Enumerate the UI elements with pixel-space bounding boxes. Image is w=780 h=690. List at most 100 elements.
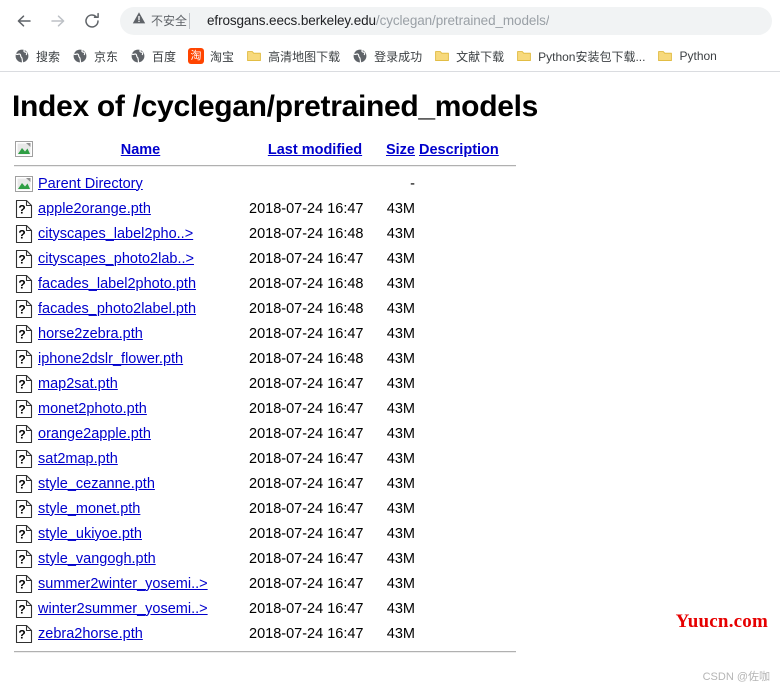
bookmark-item-1[interactable]: 京东 <box>66 44 124 68</box>
table-row[interactable]: ? style_cezanne.pth 2018-07-24 16:47 43M <box>14 471 519 496</box>
table-row[interactable]: ? iphone2dslr_flower.pth 2018-07-24 16:4… <box>14 346 519 371</box>
bookmark-folder-8[interactable]: Python <box>651 44 722 68</box>
unknown-file-icon: ? <box>14 623 34 645</box>
table-row[interactable]: ? horse2zebra.pth 2018-07-24 16:47 43M <box>14 321 519 346</box>
row-icon-cell: ? <box>14 521 38 546</box>
unknown-file-icon: ? <box>14 398 34 420</box>
row-name-cell: monet2photo.pth <box>38 396 249 421</box>
sort-by-size-link[interactable]: Size <box>386 142 415 158</box>
table-row[interactable]: ? monet2photo.pth 2018-07-24 16:47 43M <box>14 396 519 421</box>
row-size-cell: 43M <box>386 550 415 567</box>
header-description-cell: Description <box>419 138 519 162</box>
folder-icon <box>246 48 262 64</box>
globe-icon <box>130 48 146 64</box>
svg-text:?: ? <box>18 277 25 291</box>
table-row[interactable]: ? cityscapes_photo2lab..> 2018-07-24 16:… <box>14 246 519 271</box>
table-row[interactable]: ? summer2winter_yosemi..> 2018-07-24 16:… <box>14 571 519 596</box>
row-size-cell: 43M <box>386 275 415 292</box>
bookmark-folder-6[interactable]: 文献下载 <box>428 44 510 68</box>
file-link[interactable]: horse2zebra.pth <box>38 326 143 342</box>
sort-by-description-link[interactable]: Description <box>419 142 499 158</box>
row-icon-cell: ? <box>14 196 38 221</box>
table-row[interactable]: ? sat2map.pth 2018-07-24 16:47 43M <box>14 446 519 471</box>
row-name-cell: apple2orange.pth <box>38 196 249 221</box>
svg-text:?: ? <box>18 577 25 591</box>
table-row[interactable]: ? cityscapes_label2pho..> 2018-07-24 16:… <box>14 221 519 246</box>
file-link[interactable]: summer2winter_yosemi..> <box>38 576 208 592</box>
unknown-file-icon: ? <box>14 548 34 570</box>
security-status-chip[interactable]: 不安全 <box>132 11 199 30</box>
file-link[interactable]: cityscapes_photo2lab..> <box>38 251 194 267</box>
row-name-cell: map2sat.pth <box>38 371 249 396</box>
reload-icon <box>83 12 101 30</box>
bookmark-item-5[interactable]: 登录成功 <box>346 44 428 68</box>
file-link[interactable]: sat2map.pth <box>38 451 118 467</box>
unknown-file-icon: ? <box>14 423 34 445</box>
row-size-cell: 43M <box>386 300 415 317</box>
bookmark-label: 京东 <box>94 49 119 64</box>
row-size-cell: 43M <box>386 575 415 592</box>
file-link[interactable]: zebra2horse.pth <box>38 626 143 642</box>
table-row[interactable]: ? facades_label2photo.pth 2018-07-24 16:… <box>14 271 519 296</box>
bookmark-label: 淘宝 <box>210 49 235 64</box>
security-status-label: 不安全 <box>151 14 188 28</box>
row-date-cell: 2018-07-24 16:47 <box>249 525 364 542</box>
table-row[interactable]: ? style_ukiyoe.pth 2018-07-24 16:47 43M <box>14 521 519 546</box>
bookmark-item-3[interactable]: 淘 淘宝 <box>182 44 240 68</box>
bookmark-folder-4[interactable]: 高清地图下载 <box>240 44 346 68</box>
row-date-cell: 2018-07-24 16:47 <box>249 500 364 517</box>
row-description-cell <box>419 221 519 246</box>
address-bar[interactable]: 不安全 efrosgans.eecs.berkeley.edu/cyclegan… <box>120 6 772 35</box>
file-link[interactable]: style_ukiyoe.pth <box>38 526 142 542</box>
table-row[interactable]: ? style_monet.pth 2018-07-24 16:47 43M <box>14 496 519 521</box>
file-link[interactable]: winter2summer_yosemi..> <box>38 601 208 617</box>
table-row[interactable]: ? apple2orange.pth 2018-07-24 16:47 43M <box>14 196 519 221</box>
bookmark-item-0[interactable]: 搜索 <box>8 44 66 68</box>
file-link[interactable]: iphone2dslr_flower.pth <box>38 351 183 367</box>
sort-image-icon[interactable] <box>14 139 34 161</box>
file-link[interactable]: style_cezanne.pth <box>38 476 155 492</box>
site-watermark: Yuucn.com <box>675 611 768 632</box>
sort-by-name-link[interactable]: Name <box>121 142 161 158</box>
row-date-cell: 2018-07-24 16:47 <box>249 325 364 342</box>
row-description-cell <box>419 396 519 421</box>
file-link[interactable]: apple2orange.pth <box>38 201 151 217</box>
forward-arrow-icon <box>48 11 68 31</box>
footer-rule-cell <box>14 646 519 653</box>
row-size-cell: 43M <box>386 525 415 542</box>
parent-directory-row[interactable]: Parent Directory - <box>14 171 519 196</box>
file-link[interactable]: style_monet.pth <box>38 501 140 517</box>
row-icon-cell: ? <box>14 246 38 271</box>
browser-toolbar: 不安全 efrosgans.eecs.berkeley.edu/cyclegan… <box>0 0 780 41</box>
table-row[interactable]: ? winter2summer_yosemi..> 2018-07-24 16:… <box>14 596 519 621</box>
parent-directory-link[interactable]: Parent Directory <box>38 176 143 192</box>
table-row[interactable]: ? map2sat.pth 2018-07-24 16:47 43M <box>14 371 519 396</box>
bookmarks-bar: 搜索 京东 百度 淘 淘宝 高清地图下载 登录成功 文献下载 Python安装包… <box>0 41 780 71</box>
url-display[interactable]: efrosgans.eecs.berkeley.edu/cyclegan/pre… <box>207 13 549 28</box>
sort-by-date-link[interactable]: Last modified <box>268 142 362 158</box>
table-row[interactable]: ? orange2apple.pth 2018-07-24 16:47 43M <box>14 421 519 446</box>
bookmark-folder-7[interactable]: Python安装包下载... <box>510 44 651 68</box>
file-link[interactable]: monet2photo.pth <box>38 401 147 417</box>
bookmark-label: Python <box>679 49 717 63</box>
forward-button[interactable] <box>44 7 72 35</box>
file-link[interactable]: map2sat.pth <box>38 376 118 392</box>
file-link[interactable]: style_vangogh.pth <box>38 551 156 567</box>
table-row[interactable]: ? facades_photo2label.pth 2018-07-24 16:… <box>14 296 519 321</box>
file-link[interactable]: facades_photo2label.pth <box>38 301 196 317</box>
row-size-cell: 43M <box>386 475 415 492</box>
file-link[interactable]: cityscapes_label2pho..> <box>38 226 193 242</box>
row-date-cell: 2018-07-24 16:48 <box>249 225 364 242</box>
bookmark-item-2[interactable]: 百度 <box>124 44 182 68</box>
row-size-cell: 43M <box>386 450 415 467</box>
back-button[interactable] <box>10 7 38 35</box>
globe-icon <box>14 48 30 64</box>
file-link[interactable]: facades_label2photo.pth <box>38 276 196 292</box>
reload-button[interactable] <box>78 7 106 35</box>
table-row[interactable]: ? style_vangogh.pth 2018-07-24 16:47 43M <box>14 546 519 571</box>
header-rule-cell <box>14 162 519 171</box>
table-row[interactable]: ? zebra2horse.pth 2018-07-24 16:47 43M <box>14 621 519 646</box>
row-icon-cell: ? <box>14 221 38 246</box>
file-link[interactable]: orange2apple.pth <box>38 426 151 442</box>
back-arrow-icon <box>14 11 34 31</box>
